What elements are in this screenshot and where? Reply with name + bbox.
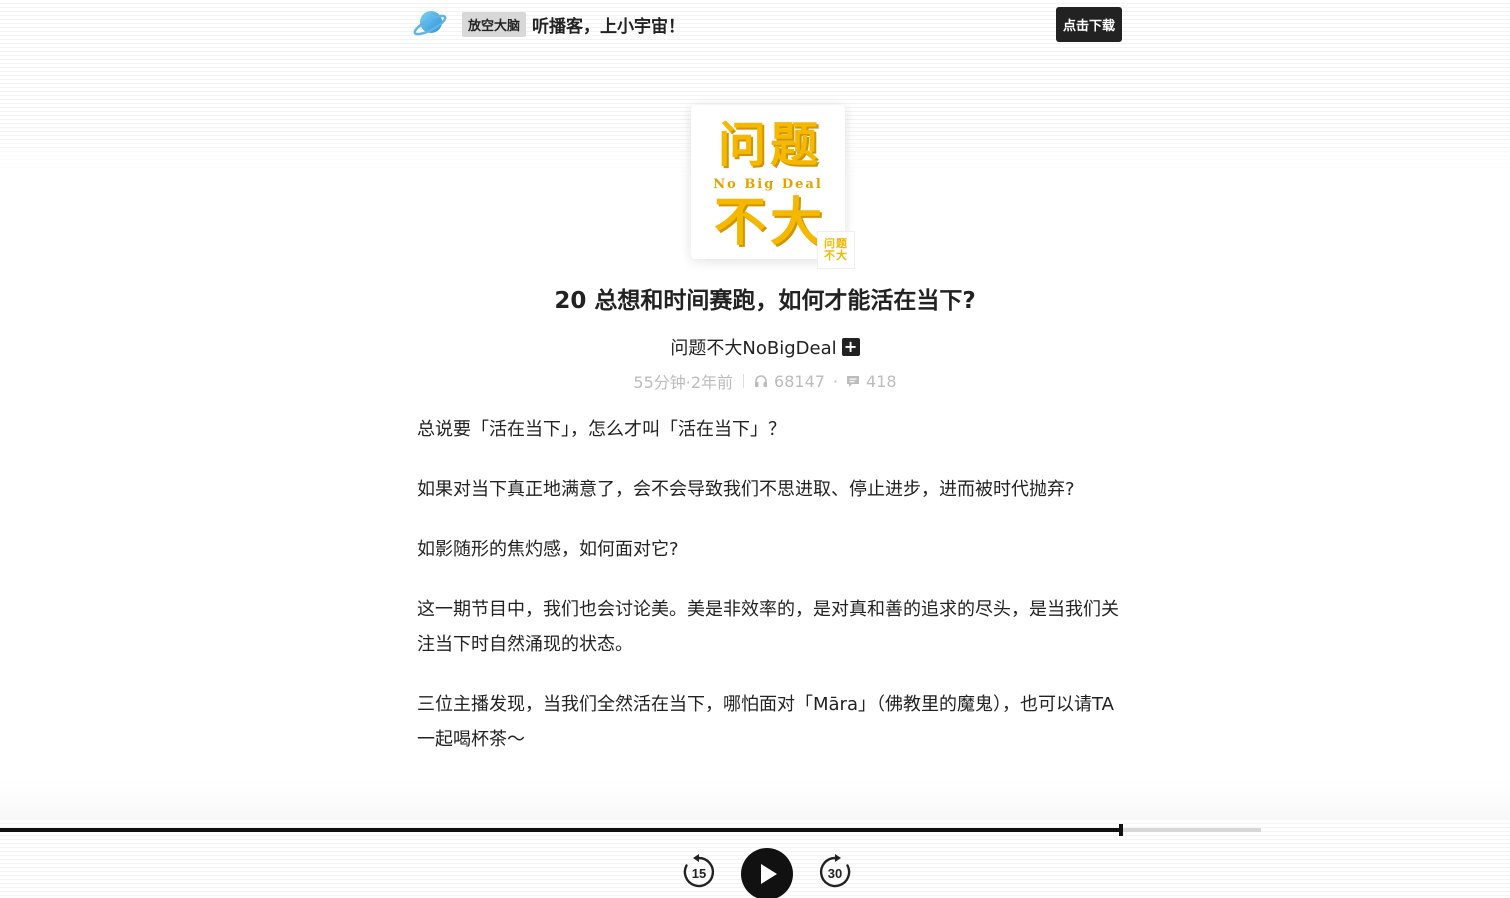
player-controls: 15 30 (680, 845, 856, 898)
description-paragraph: 如果对当下真正地满意了，会不会导致我们不思进取、停止进步，进而被时代抛弃? (417, 479, 1075, 500)
description-paragraph: 总说要「活在当下」，怎么才叫「活在当下」？ (417, 419, 786, 440)
play-count: 68147 (774, 371, 825, 391)
episode-meta: 55分钟·2年前 68147 · 418 (405, 369, 1125, 393)
forward-label: 30 (828, 866, 842, 881)
rewind-15-icon[interactable]: 15 (680, 853, 718, 891)
podcast-cover: 问题 No Big Deal 不大 问题 不大 (691, 105, 855, 269)
progress-fill (0, 828, 1121, 832)
comment-icon (847, 376, 860, 387)
cover-title-bottom: 不大 (713, 192, 826, 253)
meta-divider (743, 374, 745, 388)
planet-icon[interactable] (412, 7, 448, 41)
progress-handle[interactable] (1119, 824, 1123, 836)
cover-mini-logo: 问题 不大 (817, 231, 855, 269)
podcast-name-link[interactable]: 问题不大NoBigDeal (670, 334, 836, 360)
forward-30-icon[interactable]: 30 (816, 853, 854, 891)
brand-badge: 放空大脑 (462, 11, 527, 37)
cover-title-en: No Big Deal (713, 177, 823, 192)
slogan-text: 听播客，上小宇宙！ (532, 16, 686, 37)
description-paragraph: 如影随形的焦灼感，如何面对它? (417, 539, 679, 560)
description-paragraph: 三位主播发现，当我们全然活在当下，哪怕面对「Māra」（佛教里的魔鬼），也可以请… (417, 694, 1114, 750)
episode-title: 20 总想和时间赛跑，如何才能活在当下? (554, 288, 976, 314)
top-bar: 放空大脑 听播客，上小宇宙！ 点击下载 (412, 6, 1122, 42)
play-icon[interactable] (740, 847, 794, 898)
headphones-icon (755, 375, 768, 387)
podcast-name-row: 问题不大NoBigDeal + (405, 334, 1125, 360)
player-fade (0, 780, 1510, 824)
duration-age: 55分钟·2年前 (633, 373, 734, 392)
download-button[interactable]: 点击下载 (1055, 6, 1122, 42)
rewind-label: 15 (692, 866, 706, 881)
meta-dot: · (832, 371, 839, 391)
description-paragraph: 这一期节目中，我们也会讨论美。美是非效率的，是对真和善的追求的尽头，是当我们关注… (417, 599, 1119, 655)
episode-description: 总说要「活在当下」，怎么才叫「活在当下」？ 如果对当下真正地满意了，会不会导致我… (417, 412, 1122, 782)
progress-bar[interactable] (0, 824, 1261, 836)
comment-count: 418 (866, 371, 897, 391)
cover-mini-bottom: 不大 (824, 249, 848, 262)
cover-title-top: 问题 (717, 117, 822, 173)
plus-icon[interactable]: + (841, 338, 860, 356)
